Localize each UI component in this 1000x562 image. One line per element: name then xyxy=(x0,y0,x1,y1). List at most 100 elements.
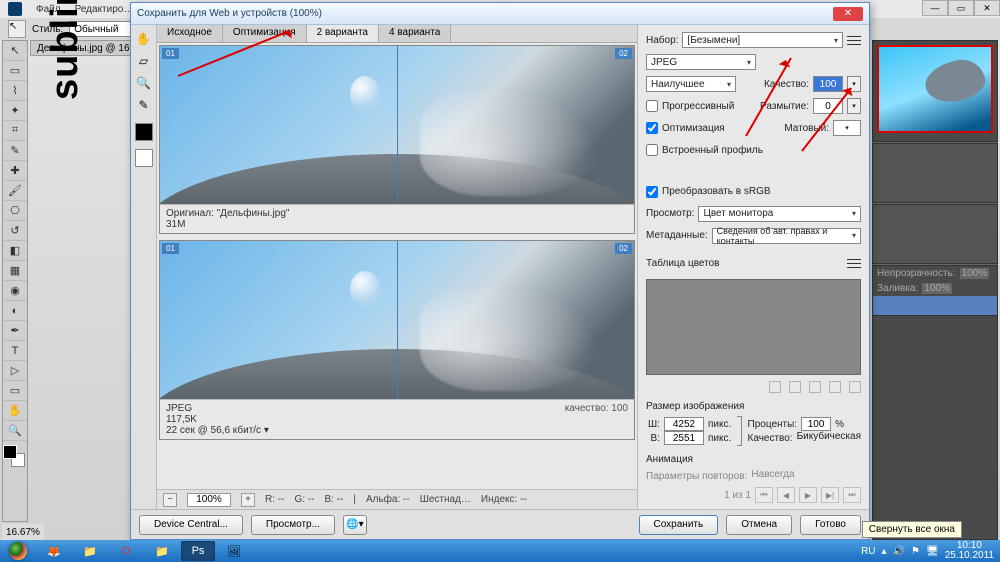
color-table-menu-icon[interactable] xyxy=(847,258,861,270)
task-firefox[interactable]: 🦊 xyxy=(37,541,71,561)
volume-icon[interactable]: 🔊 xyxy=(893,546,905,557)
flyout-menu-icon[interactable] xyxy=(847,34,861,46)
task-photoshop[interactable]: Ps xyxy=(181,541,215,561)
zoom-tool-icon[interactable]: 🔍 xyxy=(3,421,27,441)
start-button[interactable] xyxy=(0,540,36,562)
resample-select[interactable]: Бикубическая xyxy=(797,431,861,445)
opt-quality: качество: 100 xyxy=(565,403,628,436)
fill-value[interactable]: 100% xyxy=(922,283,952,294)
eyedropper-tool-icon[interactable]: ✎ xyxy=(3,141,27,161)
pen-tool-icon[interactable]: ✒ xyxy=(3,321,27,341)
path-tool-icon[interactable]: ▷ xyxy=(3,361,27,381)
quality-preset-select[interactable]: Наилучшее xyxy=(646,76,736,92)
tray-icon[interactable]: ⚑ xyxy=(911,546,920,557)
loop-select: Навсегда xyxy=(751,469,861,483)
navigator-panel xyxy=(872,40,998,142)
preview-pane-optimized[interactable]: 01 02 JPEG 117,5K 22 сек @ 56,6 кбит/с ▾… xyxy=(159,240,635,440)
tab-4up[interactable]: 4 варианта xyxy=(379,25,451,42)
task-opera[interactable]: O xyxy=(109,541,143,561)
max-button[interactable]: ▭ xyxy=(948,0,974,16)
tray-chevron-icon[interactable]: ▴ xyxy=(882,546,887,557)
done-button[interactable]: Готово xyxy=(800,515,861,535)
task-app[interactable]: 🖼 xyxy=(217,541,251,561)
zoom-input[interactable] xyxy=(187,493,231,507)
color-swatches[interactable] xyxy=(3,445,25,467)
dialog-close-button[interactable]: ✕ xyxy=(833,7,863,21)
ct-btn[interactable] xyxy=(789,381,801,393)
hand-tool-icon[interactable]: ✋ xyxy=(134,29,154,49)
history-brush-icon[interactable]: ↺ xyxy=(3,221,27,241)
blur-tool-icon[interactable]: ◉ xyxy=(3,281,27,301)
wand-tool-icon[interactable]: ✦ xyxy=(3,101,27,121)
browser-preview-button[interactable]: 🌐▾ xyxy=(343,515,367,535)
eyedropper-tool-icon[interactable]: ✎ xyxy=(134,95,154,115)
type-tool-icon[interactable]: T xyxy=(3,341,27,361)
tray-icon[interactable]: 🖥 xyxy=(926,546,939,557)
slice-tool-icon[interactable]: ▱ xyxy=(134,51,154,71)
optimized-checkbox[interactable] xyxy=(646,122,658,134)
lasso-tool-icon[interactable]: ⌇ xyxy=(3,81,27,101)
blur-spinner[interactable]: ▾ xyxy=(847,98,861,114)
move-tool-icon[interactable]: ↖ xyxy=(8,20,26,38)
slice-tag: 02 xyxy=(615,243,632,254)
quality-input[interactable] xyxy=(813,76,843,92)
matte-select[interactable]: ▾ xyxy=(833,120,861,136)
adjustments-panel[interactable] xyxy=(872,204,998,264)
preview-select[interactable]: Цвет монитора xyxy=(698,206,861,222)
healing-tool-icon[interactable]: ✚ xyxy=(3,161,27,181)
link-icon[interactable] xyxy=(737,416,741,446)
tab-2up[interactable]: 2 варианта xyxy=(307,25,379,42)
ct-btn[interactable] xyxy=(849,381,861,393)
layer-row[interactable] xyxy=(873,296,997,316)
preview-tabs: Исходное Оптимизация 2 варианта 4 вариан… xyxy=(157,25,637,43)
color-panel[interactable] xyxy=(872,143,998,203)
zoom-tool-icon[interactable]: 🔍 xyxy=(134,73,154,93)
preset-select[interactable]: [Безымени] xyxy=(682,32,843,48)
crop-tool-icon[interactable]: ⌗ xyxy=(3,121,27,141)
move-tool-icon[interactable]: ↖ xyxy=(3,41,27,61)
stamp-tool-icon[interactable]: ⎔ xyxy=(3,201,27,221)
task-explorer[interactable]: 📁 xyxy=(73,541,107,561)
ct-btn[interactable] xyxy=(809,381,821,393)
dialog-titlebar[interactable]: Сохранить для Web и устройств (100%) ✕ xyxy=(131,3,869,25)
opt-time[interactable]: 22 сек @ 56,6 кбит/с ▾ xyxy=(166,425,565,436)
prev-frame-button: ◀ xyxy=(777,487,795,503)
gradient-tool-icon[interactable]: ▦ xyxy=(3,261,27,281)
preview-pane-original[interactable]: 01 02 Оригинал: "Дельфины.jpg" 31M xyxy=(159,45,635,234)
cancel-button[interactable]: Отмена xyxy=(726,515,792,535)
save-button[interactable]: Сохранить xyxy=(639,515,719,535)
width-input[interactable] xyxy=(664,417,704,431)
progressive-checkbox[interactable] xyxy=(646,100,658,112)
zoom-status[interactable]: 16.67% xyxy=(2,524,44,540)
window-controls: — ▭ ✕ xyxy=(922,0,1000,16)
brush-tool-icon[interactable]: 🖌 xyxy=(3,181,27,201)
ct-btn[interactable] xyxy=(829,381,841,393)
device-central-button[interactable]: Device Central... xyxy=(139,515,243,535)
eraser-tool-icon[interactable]: ◧ xyxy=(3,241,27,261)
preview-button[interactable]: Просмотр... xyxy=(251,515,335,535)
lang-indicator[interactable]: RU xyxy=(861,546,875,557)
ct-btn[interactable] xyxy=(769,381,781,393)
zoom-out-button[interactable]: − xyxy=(163,493,177,507)
slice-vis-icon[interactable] xyxy=(135,149,153,167)
shape-tool-icon[interactable]: ▭ xyxy=(3,381,27,401)
tab-original[interactable]: Исходное xyxy=(157,25,223,42)
percent-input[interactable] xyxy=(801,417,831,431)
fg-swatch[interactable] xyxy=(135,123,153,141)
srgb-checkbox[interactable] xyxy=(646,186,658,198)
opacity-value[interactable]: 100% xyxy=(960,268,990,279)
hand-tool-icon[interactable]: ✋ xyxy=(3,401,27,421)
format-select[interactable]: JPEG xyxy=(646,54,756,70)
min-button[interactable]: — xyxy=(922,0,948,16)
navigator-thumb[interactable] xyxy=(873,41,997,141)
close-button[interactable]: ✕ xyxy=(974,0,1000,16)
icc-checkbox[interactable] xyxy=(646,144,658,156)
meta-select[interactable]: Сведения об авт. правах и контакты xyxy=(712,228,861,244)
marquee-tool-icon[interactable]: ▭ xyxy=(3,61,27,81)
task-folder[interactable]: 📁 xyxy=(145,541,179,561)
clock[interactable]: 10:10 25.10.2011 xyxy=(945,541,994,561)
zoom-in-button[interactable]: + xyxy=(241,493,255,507)
color-table-buttons xyxy=(646,381,861,393)
dodge-tool-icon[interactable]: ◐ xyxy=(3,301,27,321)
height-input[interactable] xyxy=(664,431,704,445)
